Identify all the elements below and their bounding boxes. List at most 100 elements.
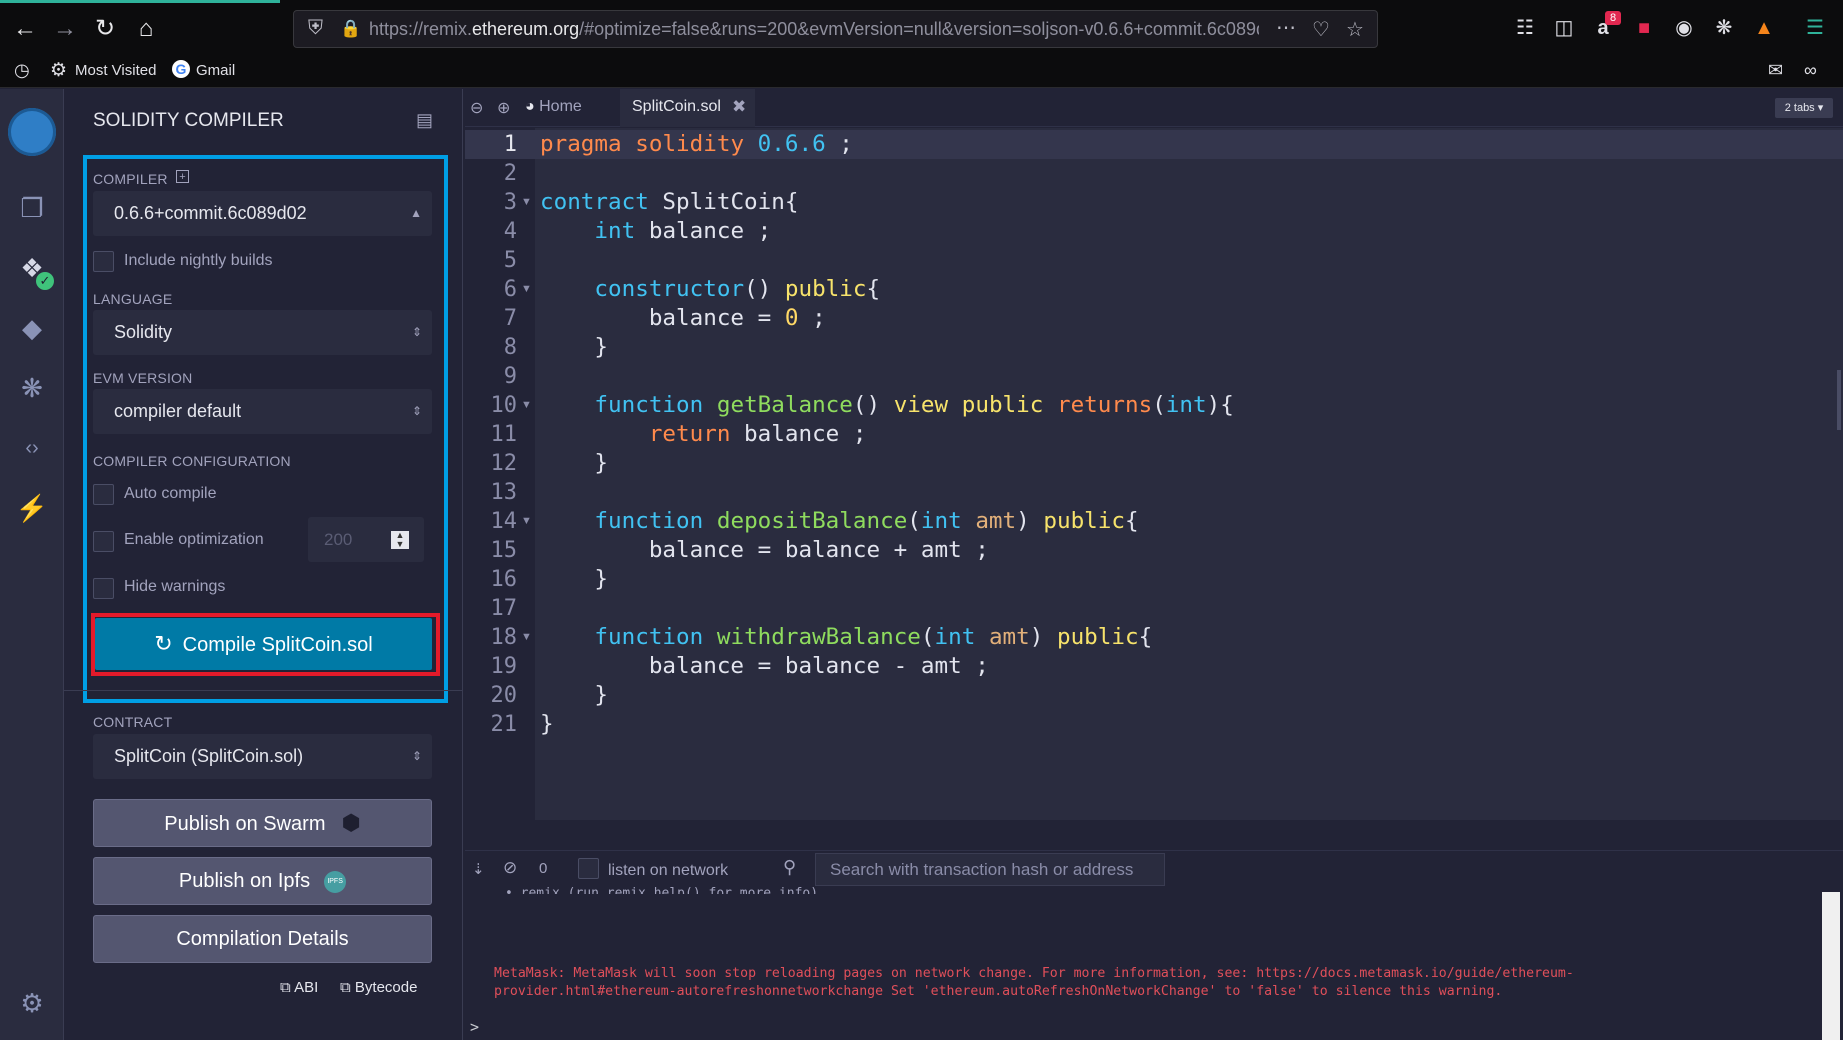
code-line: function withdrawBalance(int amt) public… — [594, 624, 1153, 650]
debugger-bug-icon[interactable]: ❋ — [14, 370, 50, 406]
nightly-builds-checkbox[interactable] — [93, 251, 114, 272]
line-number: 18 — [490, 625, 518, 650]
settings-gear-icon[interactable]: ⚙ — [14, 985, 50, 1021]
sidebar-icon[interactable]: ◫ — [1551, 15, 1577, 41]
fold-arrow-icon[interactable]: ▼ — [521, 391, 532, 420]
metamask-warning-line-1: MetaMask: MetaMask will soon stop reload… — [494, 966, 1574, 981]
account-icon[interactable]: ◉ — [1671, 15, 1697, 41]
lock-icon[interactable]: 🔒 — [340, 19, 361, 39]
editor-scrollbar[interactable] — [1837, 370, 1841, 430]
publish-ipfs-button[interactable]: Publish on Ipfs IPFS — [93, 857, 432, 905]
terminal-clipped-line: • remix (run remix.help() for more info) — [505, 886, 819, 894]
code-transfer-icon[interactable]: ‹› — [14, 430, 50, 466]
code-line: balance = balance + amt ; — [540, 537, 989, 563]
tx-search-placeholder: Search with transaction hash or address — [830, 860, 1134, 879]
code-line: pragma solidity 0.6.6 ; — [540, 131, 853, 157]
abi-label: ABI — [294, 979, 319, 996]
collapse-terminal-icon[interactable]: ⇣ — [472, 860, 485, 878]
home-icon[interactable]: ⌂ — [131, 14, 161, 44]
runs-value: 200 — [324, 530, 353, 549]
compilation-details-button[interactable]: Compilation Details — [93, 915, 432, 963]
tab-splitcoin[interactable]: SplitCoin.sol ✖ — [620, 89, 755, 127]
bookmark-most-visited[interactable]: Most Visited — [75, 62, 156, 79]
publish-ipfs-label: Publish on Ipfs — [178, 870, 311, 892]
copy-icon: ⧉ — [280, 979, 291, 996]
pending-tx-count: 0 — [539, 860, 548, 877]
shield-icon[interactable]: ⛨ — [308, 17, 323, 40]
bytecode-copy-button[interactable]: ⧉ Bytecode — [340, 979, 417, 996]
auto-compile-checkbox[interactable] — [93, 484, 114, 505]
code-line: balance = 0 ; — [540, 305, 826, 331]
tabs-count-label: 2 tabs — [1784, 102, 1815, 114]
zoom-in-icon[interactable]: ⊕ — [497, 98, 510, 118]
compiler-version-select[interactable]: 0.6.6+commit.6c089d02 ▲ — [93, 191, 432, 236]
url-domain: ethereum.org — [472, 19, 580, 39]
extension-bug-icon[interactable]: ❋ — [1711, 15, 1737, 41]
compiler-config-label: COMPILER CONFIGURATION — [93, 453, 291, 469]
metamask-fox-icon[interactable]: ▲ — [1751, 15, 1777, 41]
gear-icon[interactable]: ⚙ — [50, 59, 67, 82]
contract-select[interactable]: SplitCoin (SplitCoin.sol) ⇕ — [93, 734, 432, 779]
tab-file-label: SplitCoin.sol — [632, 98, 721, 115]
more-icon[interactable]: ⋯ — [1276, 15, 1296, 40]
url-path: /#optimize=false&runs=200&evmVersion=nul… — [579, 19, 1259, 39]
file-explorer-icon[interactable]: ❐ — [14, 190, 50, 226]
divider — [64, 690, 463, 691]
remix-logo-icon[interactable] — [8, 108, 56, 156]
fold-arrow-icon[interactable]: ▼ — [521, 188, 532, 217]
line-number: 8 — [503, 335, 517, 360]
docs-icon[interactable]: ▤ — [416, 110, 433, 131]
bytecode-label: Bytecode — [354, 979, 418, 996]
add-compiler-icon[interactable]: + — [176, 170, 189, 183]
language-select[interactable]: Solidity ⇕ — [93, 310, 432, 355]
remix-icon-rail — [0, 89, 64, 1040]
bookmarks-bar — [0, 58, 1843, 88]
clear-console-icon[interactable]: ⊘ — [503, 858, 517, 878]
menu-icon[interactable]: ☰ — [1802, 15, 1828, 41]
terminal-scrollbar[interactable] — [1822, 892, 1840, 1040]
history-icon[interactable]: ◷ — [14, 60, 30, 81]
tx-search-input[interactable]: Search with transaction hash or address — [815, 853, 1165, 886]
plugin-manager-icon[interactable]: ⚡ — [14, 490, 50, 526]
fold-arrow-icon[interactable]: ▼ — [521, 623, 532, 652]
code-line: } — [540, 682, 609, 708]
back-icon[interactable]: ← — [10, 14, 40, 44]
evm-version-select[interactable]: compiler default ⇕ — [93, 389, 432, 434]
bookmark-gmail[interactable]: Gmail — [196, 62, 235, 79]
copy-icon: ⧉ — [340, 979, 351, 996]
mask-icon[interactable]: ∞ — [1804, 60, 1817, 81]
fold-arrow-icon[interactable]: ▼ — [521, 275, 532, 304]
listen-network-checkbox[interactable] — [578, 858, 599, 879]
abi-copy-button[interactable]: ⧉ ABI — [280, 979, 318, 996]
line-number: 16 — [490, 567, 518, 592]
runs-stepper-icon[interactable]: ▲ ▼ — [391, 531, 409, 549]
tabs-count-button[interactable]: 2 tabs ▾ — [1775, 98, 1833, 118]
url-text[interactable]: https://remix.ethereum.org/#optimize=fal… — [369, 11, 1259, 47]
reload-icon[interactable]: ↻ — [90, 14, 120, 44]
library-icon[interactable]: ☷ — [1512, 15, 1538, 41]
select-arrows-icon: ▲ — [410, 206, 422, 220]
line-number: 9 — [503, 364, 517, 389]
mail-icon[interactable]: ✉ — [1768, 60, 1783, 81]
metamask-warning-line-2: provider.html#ethereum-autorefreshonnetw… — [494, 984, 1503, 999]
fold-arrow-icon[interactable]: ▼ — [521, 507, 532, 536]
line-number: 21 — [490, 712, 518, 737]
zoom-out-icon[interactable]: ⊖ — [470, 98, 483, 118]
bookmark-star-icon[interactable]: ☆ — [1346, 17, 1364, 42]
deploy-ethereum-icon[interactable]: ◆ — [14, 310, 50, 346]
language-label: LANGUAGE — [93, 291, 173, 307]
extension-red-icon[interactable]: ■ — [1631, 15, 1657, 41]
tab-home[interactable]: ◕ Home — [525, 98, 582, 116]
terminal-prompt[interactable]: > — [470, 1018, 479, 1036]
pocket-icon[interactable]: ♡ — [1312, 17, 1330, 42]
select-arrows-icon: ⇕ — [411, 749, 422, 763]
close-icon[interactable]: ✖ — [732, 97, 746, 117]
forward-icon[interactable]: → — [50, 14, 80, 44]
line-number: 3 — [503, 190, 517, 215]
line-number: 17 — [490, 596, 518, 621]
hide-warnings-checkbox[interactable] — [93, 578, 114, 599]
google-icon: G — [172, 60, 190, 78]
optimization-checkbox[interactable] — [93, 531, 114, 552]
url-bar[interactable]: ⛨ 🔒 https://remix.ethereum.org/#optimize… — [293, 10, 1378, 48]
publish-swarm-button[interactable]: Publish on Swarm ⬢ — [93, 799, 432, 847]
